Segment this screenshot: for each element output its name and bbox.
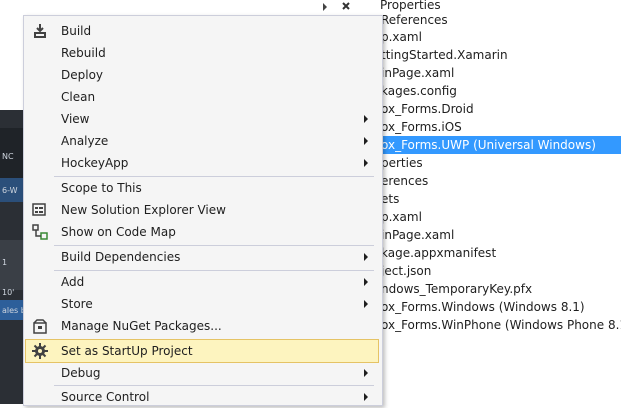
- tree-item[interactable]: inPage.xaml: [381, 64, 454, 82]
- tree-item[interactable]: inPage.xaml: [381, 226, 454, 244]
- tree-item[interactable]: ox_Forms.Windows (Windows 8.1): [381, 298, 585, 316]
- background-app-text: 6-W: [2, 186, 18, 195]
- menu-item-store[interactable]: Store: [26, 293, 378, 315]
- menu-item-rebuild[interactable]: Rebuild: [26, 42, 378, 64]
- code-map-icon: [32, 224, 48, 240]
- gear-icon: [32, 343, 48, 359]
- menu-item-build-dependencies[interactable]: Build Dependencies: [26, 246, 378, 268]
- submenu-arrow-icon: [364, 253, 368, 261]
- submenu-arrow-icon: [364, 300, 368, 308]
- tree-icons: [318, 0, 380, 16]
- context-menu: Build Rebuild Deploy Clean View Analyze …: [23, 15, 383, 406]
- tree-item[interactable]: p.xaml: [381, 28, 422, 46]
- menu-item-view[interactable]: View: [26, 108, 378, 130]
- nuget-package-icon: [32, 318, 48, 334]
- build-icon: [32, 23, 48, 39]
- background-app-text: 1: [2, 258, 8, 267]
- tree-item-selected[interactable]: ox_Forms.UWP (Universal Windows): [381, 136, 621, 154]
- tree-item[interactable]: p.xaml: [381, 208, 422, 226]
- tree-item[interactable]: perties: [381, 154, 423, 172]
- menu-item-source-control[interactable]: Source Control: [26, 386, 378, 408]
- solution-explorer-view-icon: [32, 202, 48, 218]
- submenu-arrow-icon: [364, 159, 368, 167]
- tree-item[interactable]: erences: [381, 172, 428, 190]
- tree-item[interactable]: ndows_TemporaryKey.pfx: [381, 280, 532, 298]
- tree-item[interactable]: kages.config: [381, 82, 457, 100]
- menu-item-build[interactable]: Build: [26, 20, 378, 42]
- menu-item-analyze[interactable]: Analyze: [26, 130, 378, 152]
- tree-item[interactable]: ox_Forms.iOS: [381, 118, 462, 136]
- tree-item[interactable]: ox_Forms.Droid: [381, 100, 474, 118]
- menu-item-add[interactable]: Add: [26, 271, 378, 293]
- submenu-arrow-icon: [364, 137, 368, 145]
- background-app-text: NC: [2, 152, 14, 161]
- menu-item-deploy[interactable]: Deploy: [26, 64, 378, 86]
- tree-item[interactable]: References: [381, 11, 448, 29]
- tree-item[interactable]: ject.json: [381, 262, 431, 280]
- tree-item[interactable]: ets: [381, 190, 399, 208]
- tree-item[interactable]: ttingStarted.Xamarin: [381, 46, 508, 64]
- tree-item[interactable]: kage.appxmanifest: [381, 244, 496, 262]
- submenu-arrow-icon: [364, 369, 368, 377]
- menu-item-debug[interactable]: Debug: [26, 362, 378, 384]
- submenu-arrow-icon: [364, 278, 368, 286]
- menu-item-clean[interactable]: Clean: [26, 86, 378, 108]
- menu-item-show-on-code-map[interactable]: Show on Code Map: [26, 221, 378, 243]
- tree-item[interactable]: ox_Forms.WinPhone (Windows Phone 8.1): [381, 316, 621, 334]
- chevron-right-icon: [323, 2, 350, 11]
- background-app-top: [0, 0, 24, 110]
- menu-item-hockeyapp[interactable]: HockeyApp: [26, 152, 378, 174]
- submenu-arrow-icon: [364, 393, 368, 401]
- menu-item-manage-nuget[interactable]: Manage NuGet Packages...: [26, 315, 378, 337]
- background-app-text: 10': [2, 288, 15, 297]
- menu-item-new-solution-explorer-view[interactable]: New Solution Explorer View: [26, 199, 378, 221]
- menu-item-scope-to-this[interactable]: Scope to This: [26, 177, 378, 199]
- submenu-arrow-icon: [364, 115, 368, 123]
- menu-item-set-as-startup-project[interactable]: Set as StartUp Project: [25, 339, 379, 363]
